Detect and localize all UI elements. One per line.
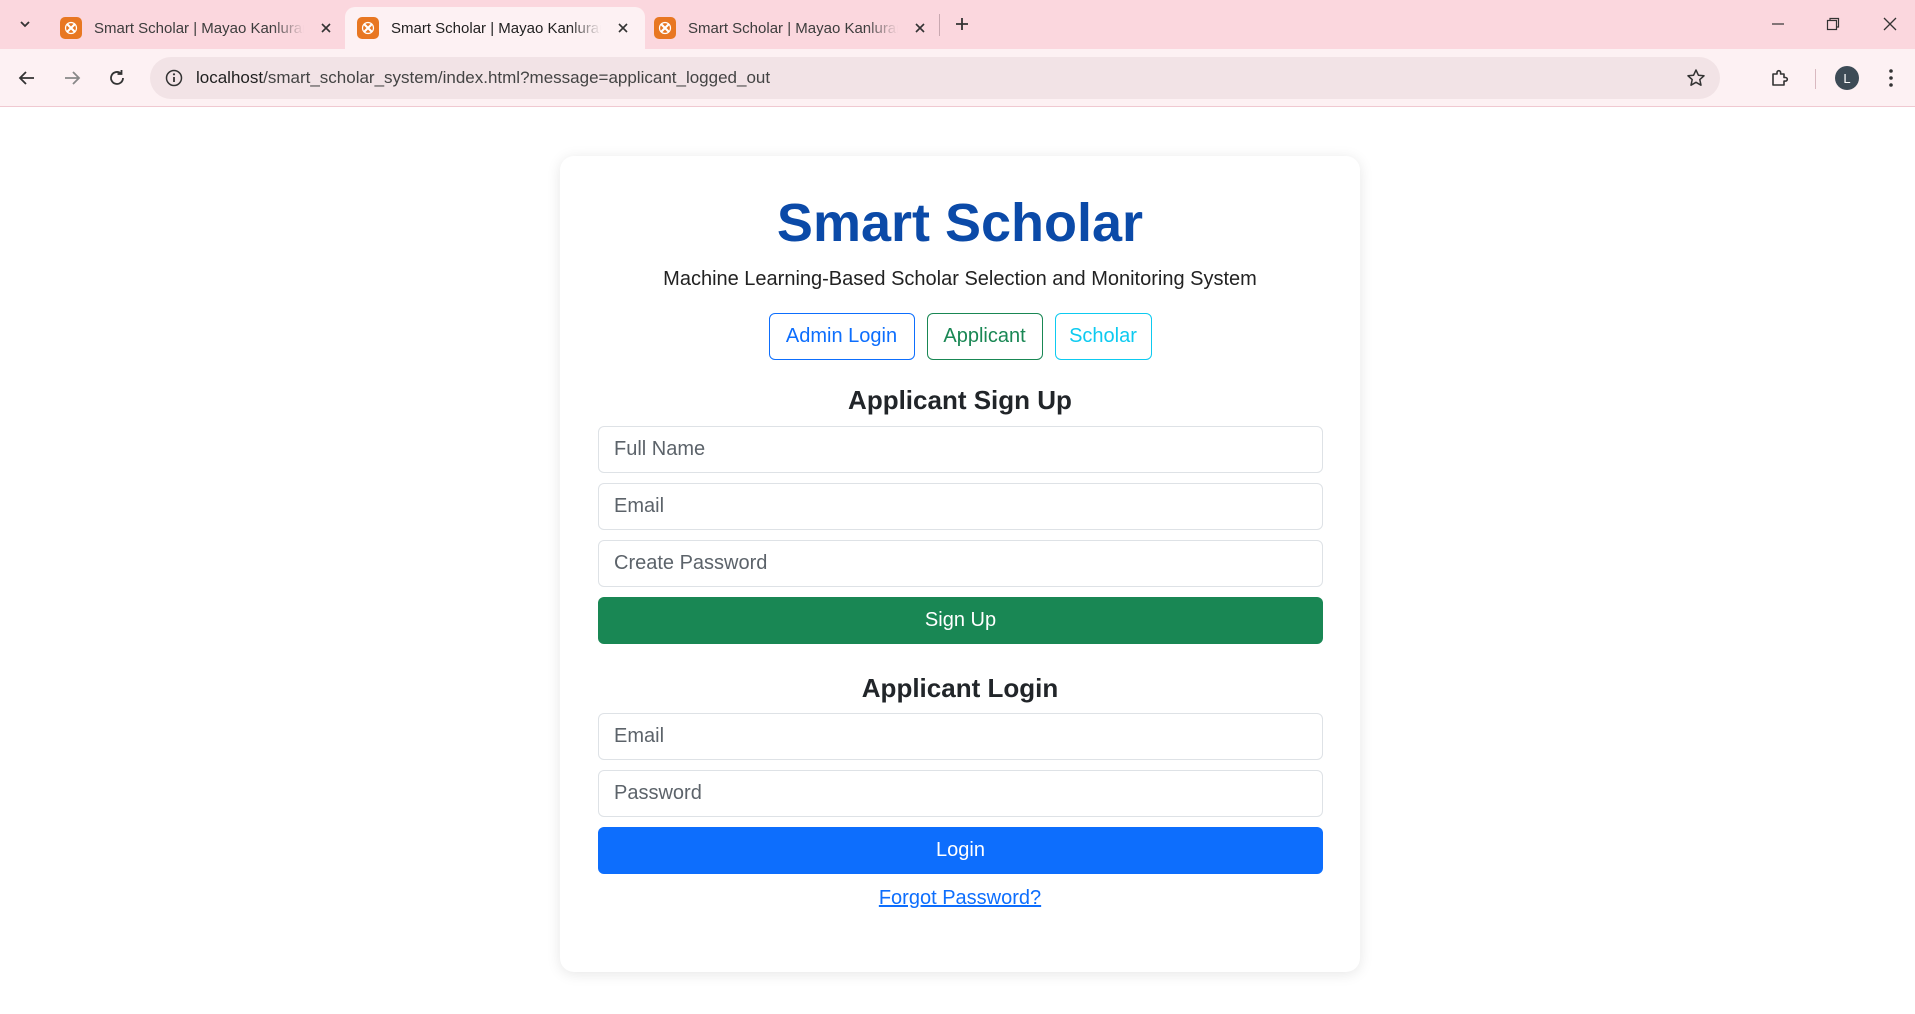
forward-button[interactable]: [54, 60, 90, 96]
xampp-favicon-icon: [357, 17, 379, 39]
profile-avatar[interactable]: L: [1835, 66, 1859, 90]
page-subtitle: Machine Learning-Based Scholar Selection…: [663, 268, 1257, 290]
tab-title: Smart Scholar | Mayao Kanluran: [391, 19, 601, 37]
plus-icon: [956, 18, 968, 30]
minimize-button[interactable]: [1755, 6, 1801, 42]
toolbar-separator: [1815, 69, 1816, 89]
admin-login-button[interactable]: Admin Login: [768, 313, 915, 360]
close-tab-icon[interactable]: [316, 18, 336, 38]
login-heading: Applicant Login: [861, 673, 1059, 703]
close-window-button[interactable]: [1867, 6, 1913, 42]
browser-menu-button[interactable]: [1876, 60, 1906, 96]
forgot-password-row: Forgot Password?: [560, 887, 1360, 910]
tab-1[interactable]: Smart Scholar | Mayao Kanluran: [48, 7, 348, 49]
sign-up-button[interactable]: Sign Up: [598, 597, 1323, 644]
forgot-password-link[interactable]: Forgot Password?: [879, 887, 1041, 909]
signup-heading: Applicant Sign Up: [848, 385, 1072, 415]
login-button[interactable]: Login: [598, 827, 1323, 874]
scholar-button[interactable]: Scholar: [1054, 313, 1152, 360]
chevron-down-icon: [20, 21, 30, 28]
tab-title: Smart Scholar | Mayao Kanluran: [94, 19, 304, 37]
signup-email-input[interactable]: [598, 483, 1323, 530]
url-text[interactable]: localhost/smart_scholar_system/index.htm…: [196, 68, 770, 88]
role-selector: Admin Login Applicant Scholar: [560, 313, 1360, 360]
arrow-left-icon: [18, 71, 34, 85]
create-password-input[interactable]: [598, 540, 1323, 587]
tab-3[interactable]: Smart Scholar | Mayao Kanluran: [642, 7, 942, 49]
minimize-icon: [1772, 23, 1784, 25]
xampp-favicon-icon: [60, 17, 82, 39]
address-bar[interactable]: localhost/smart_scholar_system/index.htm…: [150, 57, 1720, 99]
page-title: Smart Scholar: [776, 193, 1144, 253]
tab-title: Smart Scholar | Mayao Kanluran: [688, 19, 898, 37]
tab-2-active[interactable]: Smart Scholar | Mayao Kanluran: [345, 7, 645, 49]
close-tab-icon[interactable]: [910, 18, 930, 38]
new-tab-button[interactable]: [947, 9, 977, 39]
restore-button[interactable]: [1810, 6, 1856, 42]
bookmark-star-icon[interactable]: [1684, 66, 1708, 90]
tab-strip: Smart Scholar | Mayao Kanluran Smart Sch…: [0, 0, 1915, 49]
xampp-favicon-icon: [654, 17, 676, 39]
kebab-menu-icon: [1889, 69, 1893, 87]
full-name-input[interactable]: [598, 426, 1323, 473]
browser-toolbar: localhost/smart_scholar_system/index.htm…: [0, 49, 1915, 107]
tab-search-button[interactable]: [8, 8, 42, 40]
close-icon: [1883, 17, 1897, 31]
arrow-right-icon: [65, 71, 81, 85]
tab-separator: [939, 14, 940, 36]
puzzle-icon: [1772, 69, 1789, 86]
login-password-input[interactable]: [598, 770, 1323, 817]
reload-icon: [110, 70, 124, 85]
url-host: localhost: [196, 68, 264, 87]
auth-card: Smart Scholar Machine Learning-Based Sch…: [560, 156, 1360, 972]
close-tab-icon[interactable]: [613, 18, 633, 38]
login-email-input[interactable]: [598, 713, 1323, 760]
back-button[interactable]: [9, 60, 45, 96]
restore-icon: [1826, 17, 1840, 31]
extensions-button[interactable]: [1762, 60, 1798, 96]
site-info-icon[interactable]: [154, 57, 194, 99]
applicant-button[interactable]: Applicant: [926, 313, 1043, 360]
url-path: /smart_scholar_system/index.html?message…: [263, 68, 771, 87]
reload-button[interactable]: [99, 60, 135, 96]
